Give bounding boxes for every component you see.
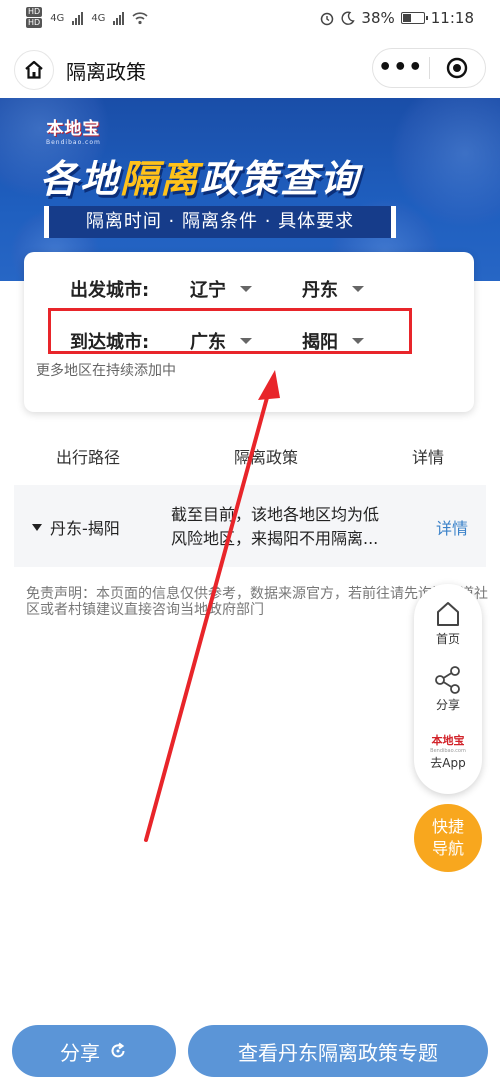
route-toggle[interactable]: 丹东-揭阳 bbox=[32, 515, 120, 539]
column-header-policy: 隔离政策 bbox=[234, 448, 299, 467]
brand-domain: Bendibao.com bbox=[46, 139, 101, 146]
departure-city-value: 丹东 bbox=[302, 280, 338, 301]
banner-title-part2: 政策查询 bbox=[200, 157, 361, 201]
status-right: 38% 11:18 bbox=[319, 9, 474, 27]
clock: 11:18 bbox=[430, 9, 474, 27]
side-share-button[interactable]: 分享 bbox=[414, 664, 482, 713]
home-button[interactable] bbox=[14, 50, 54, 90]
arrival-row: 到达城市: 广东 揭阳 bbox=[24, 320, 474, 360]
app-logo: 本地宝 bbox=[431, 734, 465, 747]
share-button[interactable]: 分享 bbox=[12, 1025, 176, 1077]
departure-label: 出发城市: bbox=[70, 280, 150, 301]
policy-line: 风险地区，来揭阳不用隔离... bbox=[171, 529, 379, 548]
signal-icon bbox=[72, 11, 84, 25]
quick-nav-label-line1: 快捷 bbox=[431, 817, 464, 836]
signal-icon bbox=[113, 11, 125, 25]
view-policy-topic-label: 查看丹东隔离政策专题 bbox=[238, 1040, 438, 1065]
column-header-detail: 详情 bbox=[412, 448, 445, 467]
departure-city-select[interactable]: 丹东 bbox=[302, 276, 364, 302]
route-text: 丹东-揭阳 bbox=[50, 519, 120, 538]
caret-down-icon bbox=[352, 338, 364, 344]
caret-down-icon bbox=[352, 286, 364, 292]
hd-badge: HD bbox=[26, 7, 43, 17]
column-header-route: 出行路径 bbox=[56, 448, 121, 467]
status-bar: HD HD 4G 4G 38% 11:18 bbox=[0, 0, 500, 38]
departure-row: 出发城市: 辽宁 丹东 bbox=[24, 268, 474, 308]
side-home-label: 首页 bbox=[435, 632, 460, 646]
battery-percent: 38% bbox=[361, 9, 395, 27]
target-icon bbox=[447, 57, 468, 79]
detail-link[interactable]: 详情 bbox=[436, 515, 468, 539]
caret-down-icon bbox=[240, 286, 252, 292]
status-left: HD HD 4G 4G bbox=[26, 7, 148, 29]
battery-icon bbox=[400, 12, 428, 24]
side-home-button[interactable]: 首页 bbox=[414, 598, 482, 647]
quick-nav-button[interactable]: 快捷 导航 bbox=[414, 804, 482, 872]
table-header: 出行路径 隔离政策 详情 bbox=[0, 440, 500, 470]
departure-province-value: 辽宁 bbox=[190, 280, 226, 301]
more-button[interactable]: ••• bbox=[373, 57, 429, 79]
banner-subtitle: 隔离时间 · 隔离条件 · 具体要求 bbox=[44, 206, 396, 238]
share-button-label: 分享 bbox=[60, 1040, 100, 1065]
policy-line: 截至目前，该地各地区均为低 bbox=[171, 505, 380, 524]
city-selector-card: 出发城市: 辽宁 丹东 到达城市: 广东 揭阳 更多地区在持续添加中 bbox=[24, 252, 474, 412]
home-icon bbox=[437, 602, 459, 626]
open-app-button[interactable]: 本地宝 Bendibao.com 去App bbox=[414, 734, 482, 771]
moon-icon bbox=[341, 11, 356, 25]
share-icon bbox=[435, 666, 460, 694]
miniprogram-capsule: ••• bbox=[372, 48, 486, 88]
arrival-city-select[interactable]: 揭阳 bbox=[302, 328, 364, 354]
arrival-province-value: 广东 bbox=[190, 332, 226, 353]
arrival-province-select[interactable]: 广东 bbox=[190, 328, 252, 354]
banner-title: 各地隔离政策查询 bbox=[40, 148, 360, 203]
banner-title-highlight: 隔离 bbox=[120, 157, 201, 201]
home-icon bbox=[25, 60, 43, 79]
brand-name: 本地宝 bbox=[46, 119, 101, 139]
refresh-icon bbox=[111, 1042, 125, 1058]
network-type-label: 4G bbox=[91, 12, 106, 24]
arrival-city-value: 揭阳 bbox=[302, 332, 338, 353]
network-type-label: 4G bbox=[50, 12, 65, 24]
arrival-label: 到达城市: bbox=[70, 332, 150, 353]
banner-title-part1: 各地 bbox=[40, 157, 121, 201]
policy-summary: 截至目前，该地各地区均为低 风险地区，来揭阳不用隔离... bbox=[171, 503, 403, 551]
quick-nav-label-line2: 导航 bbox=[431, 839, 464, 858]
table-row: 丹东-揭阳 截至目前，该地各地区均为低 风险地区，来揭阳不用隔离... 详情 bbox=[14, 485, 486, 567]
brand-logo: 本地宝 Bendibao.com bbox=[46, 114, 101, 146]
side-share-label: 分享 bbox=[435, 698, 460, 712]
view-policy-topic-button[interactable]: 查看丹东隔离政策专题 bbox=[188, 1025, 488, 1077]
page-title: 隔离政策 bbox=[66, 60, 146, 84]
close-miniprogram-button[interactable] bbox=[429, 57, 485, 79]
expand-triangle-icon bbox=[32, 523, 42, 531]
open-app-label: 去App bbox=[430, 756, 466, 770]
coverage-note: 更多地区在持续添加中 bbox=[36, 363, 176, 379]
wifi-icon bbox=[132, 12, 148, 25]
hd-badge: HD bbox=[26, 18, 43, 28]
hd-badges: HD HD bbox=[26, 7, 43, 29]
departure-province-select[interactable]: 辽宁 bbox=[190, 276, 252, 302]
alarm-icon bbox=[321, 12, 334, 26]
floating-side-menu: 首页 分享 本地宝 Bendibao.com 去App bbox=[414, 584, 482, 794]
navigation-bar: 隔离政策 ••• bbox=[0, 38, 500, 98]
caret-down-icon bbox=[240, 338, 252, 344]
